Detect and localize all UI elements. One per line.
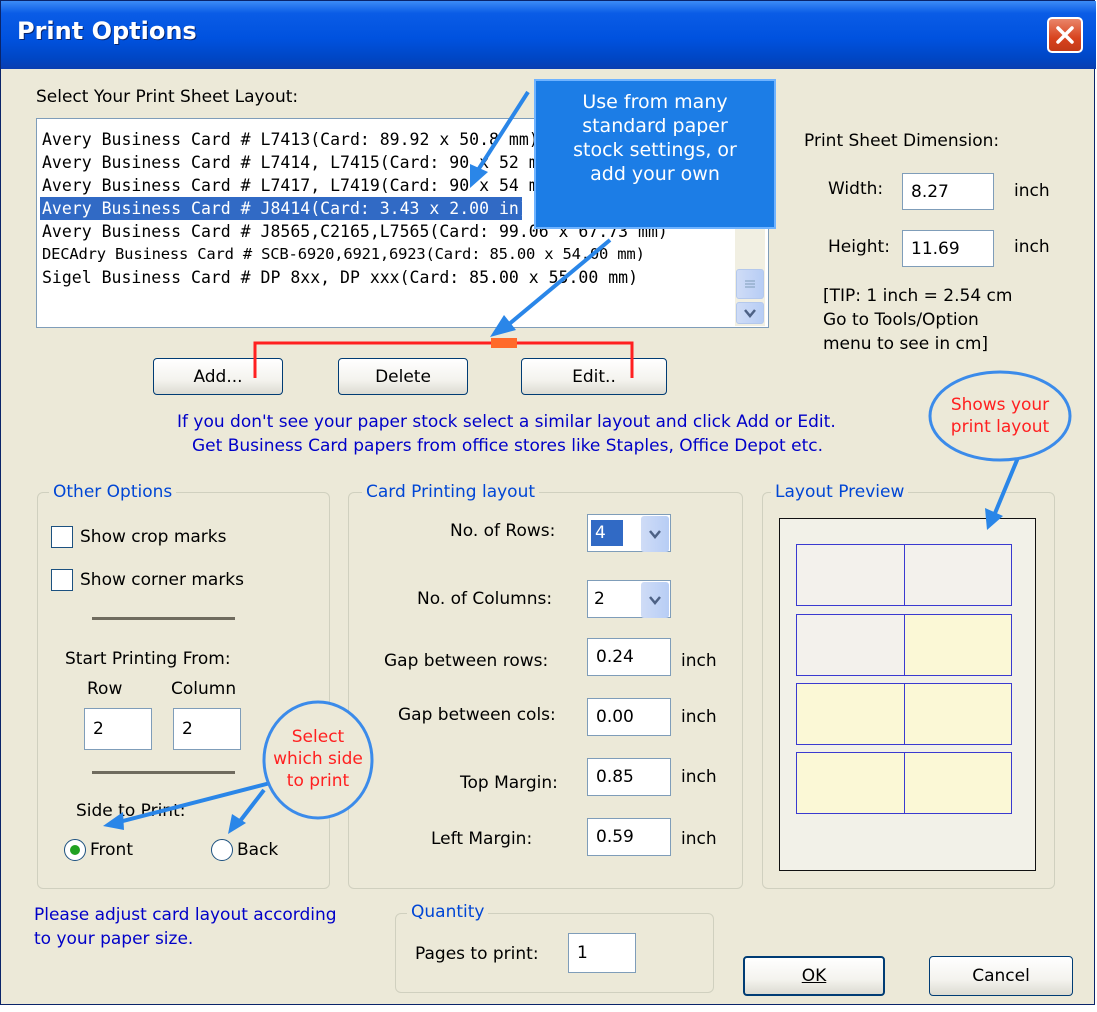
arrow-head xyxy=(103,812,124,830)
callout-line: add your own xyxy=(590,163,720,185)
callout-line: which side xyxy=(273,749,363,769)
arrow-line xyxy=(476,90,530,172)
bracket-marker xyxy=(491,338,517,348)
arrow-line xyxy=(506,238,612,327)
callout-line: print layout xyxy=(950,417,1050,437)
preview-callout-text: Shows your print layout xyxy=(930,394,1070,438)
arrow-head xyxy=(490,315,516,337)
callout-line: stock settings, or xyxy=(573,139,737,161)
standard-paper-callout-text: Use from many standard paper stock setti… xyxy=(535,90,775,186)
callout-line: standard paper xyxy=(582,115,728,137)
callout-line: Use from many xyxy=(582,91,728,113)
callout-line: Shows your xyxy=(950,395,1050,415)
arrow-line xyxy=(235,788,266,827)
callout-line: to print xyxy=(286,771,350,791)
side-callout-text: Select which side to print xyxy=(268,726,368,792)
callout-line: Select xyxy=(291,727,345,747)
bracket-line xyxy=(253,341,634,378)
